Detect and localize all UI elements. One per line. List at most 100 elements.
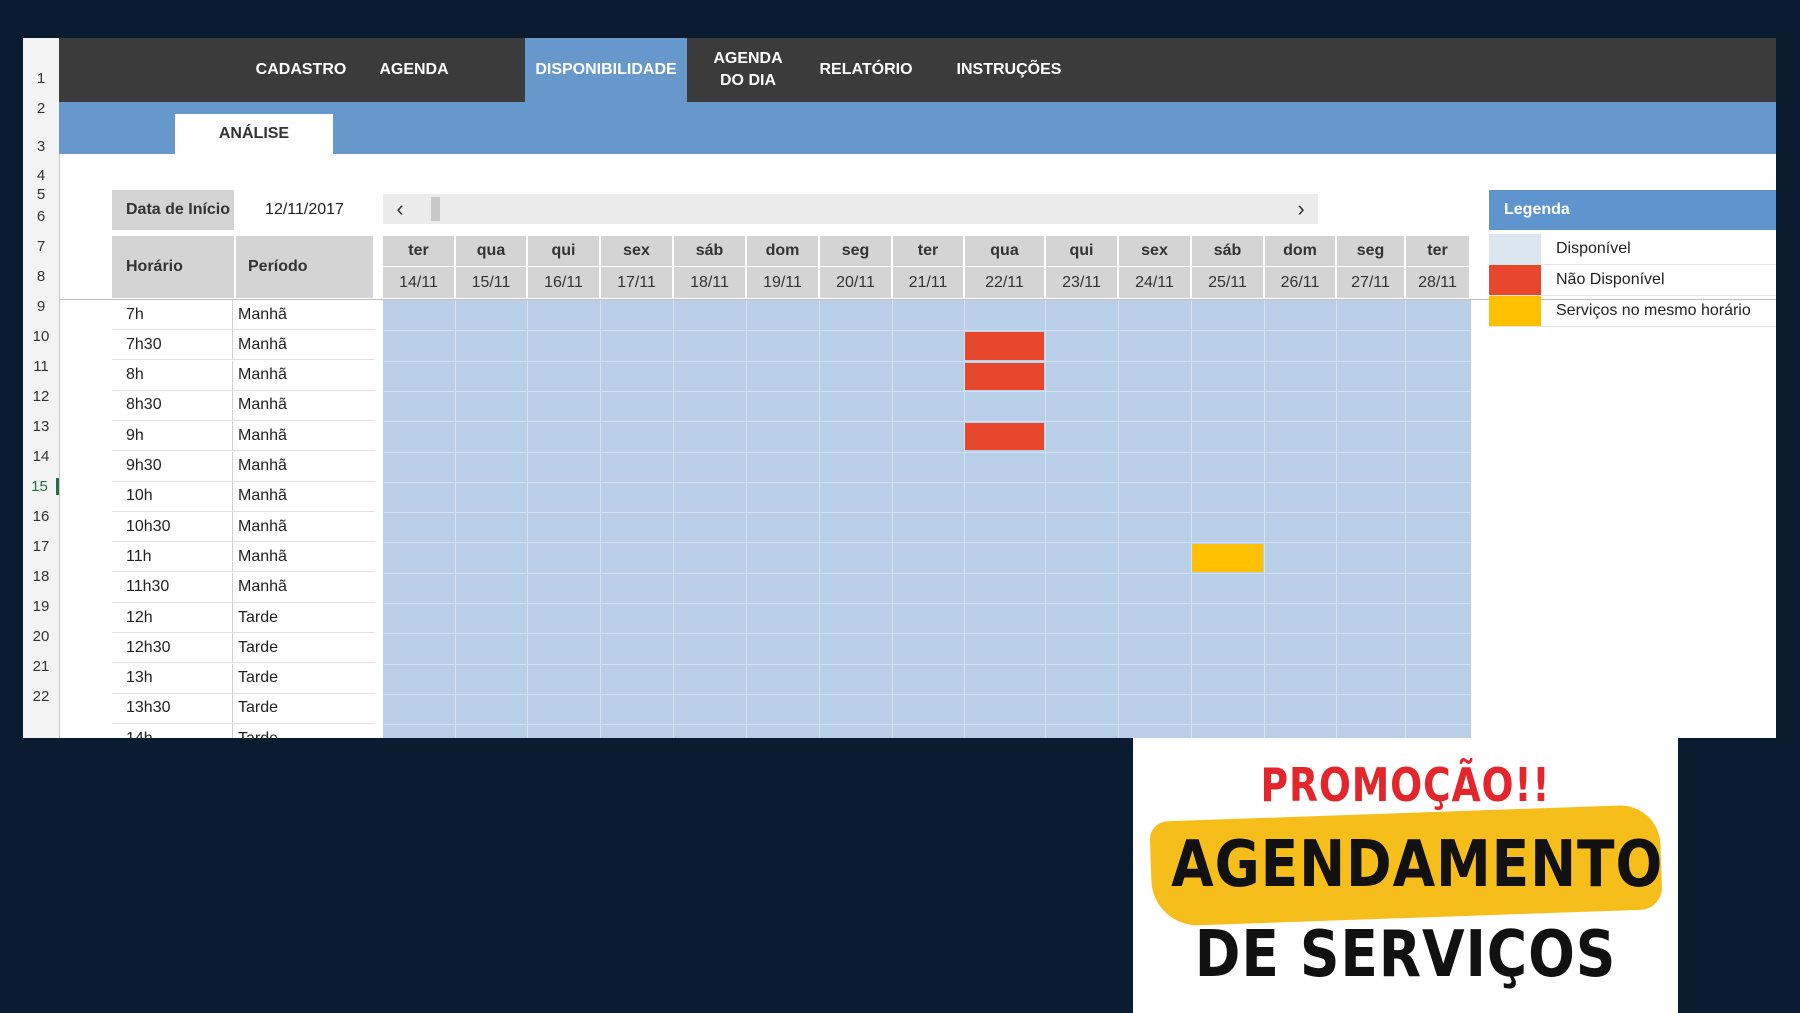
row-number: 12 [32,388,50,405]
grid-row-line [383,572,1471,574]
row-number: 7 [36,238,46,255]
table-row: 9h30 Manhã [112,451,375,482]
row-number: 1 [36,70,46,87]
row-number: 22 [32,688,50,705]
cell-divider [232,512,233,542]
time-cell: 10h [126,487,153,505]
time-cell: 12h [126,608,153,626]
sub-navigation: ANÁLISE [59,102,1776,154]
row-number: 4 [36,167,46,184]
legend-item: Não Disponível [1489,265,1776,296]
horizontal-scrollbar[interactable]: ‹ › [383,194,1318,224]
tab-agenda-do-dia[interactable]: AGENDA DO DIA [702,38,794,102]
date-header: 22/11 [965,267,1044,298]
day-of-week-header: sex [1119,236,1190,266]
table-row: 7h Manhã [112,300,375,330]
day-of-week-header: qua [456,236,526,266]
time-cell: 13h [126,669,153,687]
grid-column-line [1191,300,1192,738]
period-cell: Manhã [238,396,287,414]
date-header: 23/11 [1046,267,1117,298]
cell-divider [232,451,233,481]
grid-row-line [383,360,1471,362]
grid-row-line [383,451,1471,453]
scroll-left-icon[interactable]: ‹ [385,194,415,224]
row-number: 16 [32,508,50,525]
date-header: 25/11 [1192,267,1263,298]
row-number: 5 [36,186,46,203]
tab-cadastro[interactable]: CADASTRO [252,38,350,102]
conflict-slot[interactable] [1192,544,1263,572]
legend-item: Disponível [1489,234,1776,265]
table-row: 11h Manhã [112,542,375,573]
day-of-week-header: sáb [1192,236,1263,266]
period-cell: Manhã [238,457,287,474]
tab-agenda[interactable]: AGENDA [367,38,461,102]
time-cell: 8h30 [126,396,162,414]
row-number: 11 [33,358,49,375]
period-cell: Manhã [238,366,287,384]
scroll-right-icon[interactable]: › [1286,194,1316,224]
grid-column-line [600,300,601,738]
col-header-horario: Horário [112,236,234,298]
legend-title: Legenda [1489,190,1776,230]
tab-relatorio[interactable]: RELATÓRIO [811,38,921,102]
grid-row-line [383,330,1471,332]
spreadsheet: 1 2 3 4 5 6 7 8 9 10 11 12 13 14 15 16 17 18 19 20 21 22 CADA… [23,38,1776,738]
row-header-column: 1 2 3 4 5 6 7 8 9 10 11 12 13 14 15 16 17 18 19 20 21 22 [23,38,60,738]
time-cell: 12h30 [126,638,171,656]
date-header: 27/11 [1337,267,1404,298]
cell-divider [232,390,233,420]
cell-divider [232,633,233,663]
grid-column-line [1045,300,1046,738]
promo-line2: AGENDAMENTO [1171,828,1664,902]
table-row: 9h Manhã [112,421,375,452]
table-row: 11h30 Manhã [112,572,375,603]
grid-column-line [1264,300,1265,738]
grid-row-line [383,693,1471,695]
table-row: 8h Manhã [112,360,375,391]
availability-grid [383,300,1471,738]
period-cell: Manhã [238,487,287,505]
time-cell: 8h [126,366,144,384]
tab-disponibilidade[interactable]: DISPONIBILIDADE [525,38,687,102]
legend-label: Serviços no mesmo horário [1556,302,1751,319]
legend-item: Serviços no mesmo horário [1489,296,1776,327]
cell-divider [232,330,233,360]
tab-agenda-do-dia-label: AGENDA DO DIA [713,50,783,89]
cell-divider [232,693,233,723]
date-header: 26/11 [1265,267,1335,298]
time-cell: 9h [126,426,144,444]
cell-divider [232,421,233,451]
table-row: 10h Manhã [112,481,375,512]
cell-divider [232,300,233,329]
time-cell: 13h30 [126,699,171,717]
table-row: 12h30 Tarde [112,633,375,664]
row-number: 13 [32,418,50,435]
grid-row-line [383,512,1471,514]
date-header: 20/11 [820,267,891,298]
row-number: 6 [36,208,46,225]
cell-divider [232,603,233,632]
row-number: 19 [32,598,50,615]
row-number: 10 [32,328,50,345]
unavailable-slot[interactable] [965,332,1044,360]
period-cell: Manhã [238,305,287,323]
time-cell: 10h30 [126,517,171,535]
cell-divider [232,542,233,572]
grid-column-line [1336,300,1337,738]
day-of-week-header: seg [820,236,891,266]
date-header: 18/11 [674,267,745,298]
grid-column-line [892,300,893,738]
tab-instrucoes[interactable]: INSTRUÇÕES [954,38,1064,102]
col-header-periodo: Período [236,236,373,298]
tab-analise[interactable]: ANÁLISE [175,114,333,154]
grid-column-line [1118,300,1119,738]
start-date-input[interactable]: 12/11/2017 [236,190,373,230]
unavailable-slot[interactable] [965,423,1044,451]
grid-row-line [383,633,1471,635]
scroll-thumb[interactable] [431,197,440,221]
time-cell: 14h [126,724,153,738]
unavailable-slot[interactable] [965,362,1044,390]
legend-swatch [1489,234,1541,264]
